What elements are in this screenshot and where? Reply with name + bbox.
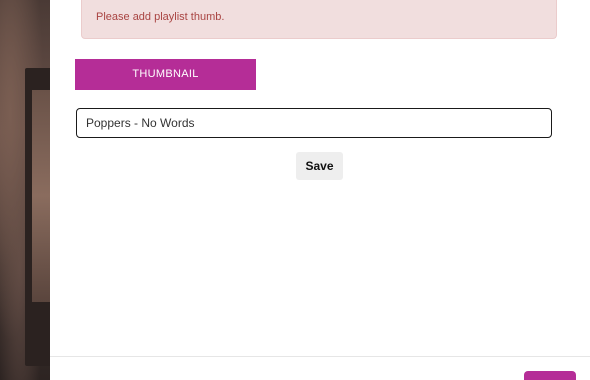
playlist-name-input[interactable] [76, 108, 552, 138]
error-alert: Please add playlist thumb. [81, 0, 557, 39]
save-button[interactable]: Save [296, 152, 343, 180]
alert-message: Please add playlist thumb. [96, 11, 225, 23]
thumbnail-button[interactable]: THUMBNAIL [75, 59, 256, 90]
footer-divider [50, 356, 590, 357]
footer-button[interactable] [524, 371, 576, 380]
playlist-modal: Please add playlist thumb. THUMBNAIL Sav… [50, 0, 590, 380]
